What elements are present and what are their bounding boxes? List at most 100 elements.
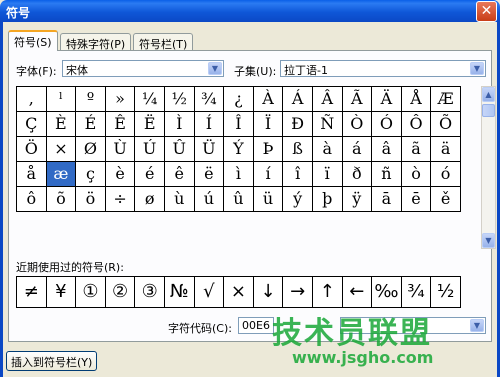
symbol-cell[interactable]: Ø	[76, 137, 106, 162]
recent-symbol-cell[interactable]: ½	[431, 277, 461, 308]
symbol-cell[interactable]: Þ	[253, 137, 284, 162]
symbol-cell[interactable]: ÷	[105, 187, 136, 212]
insert-to-symbol-bar-button[interactable]: 插入到符号栏(Y)	[6, 351, 98, 371]
recent-symbol-cell[interactable]: ③	[135, 277, 165, 308]
symbol-cell[interactable]: ù	[164, 187, 195, 212]
symbol-cell[interactable]: Â	[312, 87, 343, 112]
symbol-cell[interactable]: ú	[194, 187, 225, 212]
symbol-cell[interactable]: Ï	[253, 112, 284, 137]
symbol-cell[interactable]: á	[342, 137, 373, 162]
symbol-cell[interactable]: Ñ	[312, 112, 343, 137]
symbol-cell[interactable]: î	[283, 162, 313, 187]
symbol-cell[interactable]: À	[253, 87, 284, 112]
symbol-cell[interactable]: ā	[372, 187, 402, 212]
symbol-cell[interactable]: ã	[401, 137, 432, 162]
symbol-cell[interactable]: ì	[224, 162, 254, 187]
symbol-cell[interactable]: Î	[224, 112, 254, 137]
symbol-cell[interactable]: ë	[194, 162, 225, 187]
symbol-cell[interactable]: È	[46, 112, 77, 137]
symbol-cell[interactable]: ÿ	[342, 187, 373, 212]
recent-symbol-cell[interactable]: ↑	[312, 277, 343, 308]
symbol-cell[interactable]: Ò	[342, 112, 373, 137]
symbol-cell[interactable]: Ý	[224, 137, 254, 162]
symbol-cell[interactable]: â	[372, 137, 402, 162]
symbol-cell[interactable]: Ì	[164, 112, 195, 137]
symbol-cell[interactable]: å	[17, 162, 47, 187]
tab-special-chars[interactable]: 特殊字符(P)	[60, 33, 132, 51]
symbol-scrollbar[interactable]: ▲ ▼	[481, 86, 496, 249]
symbol-cell[interactable]: Ú	[135, 137, 165, 162]
symbol-cell[interactable]: ä	[431, 137, 461, 162]
symbol-cell[interactable]: Ð	[283, 112, 313, 137]
recent-symbol-cell[interactable]: ¾	[401, 277, 432, 308]
symbol-cell[interactable]: Å	[401, 87, 432, 112]
symbol-cell[interactable]: ¿	[224, 87, 254, 112]
symbol-cell[interactable]: ç	[76, 162, 106, 187]
symbol-cell[interactable]: ß	[283, 137, 313, 162]
symbol-cell[interactable]: Ä	[372, 87, 402, 112]
symbol-cell[interactable]: è	[105, 162, 136, 187]
recent-symbol-cell[interactable]: ‰	[372, 277, 402, 308]
symbol-cell[interactable]: é	[135, 162, 165, 187]
subset-select[interactable]: 拉丁语-1 ▼	[280, 60, 486, 77]
symbol-cell[interactable]: ½	[164, 87, 195, 112]
symbol-cell[interactable]: ě	[431, 187, 461, 212]
symbol-cell[interactable]: Ê	[105, 112, 136, 137]
symbol-cell[interactable]: É	[76, 112, 106, 137]
symbol-cell[interactable]: ¼	[135, 87, 165, 112]
symbol-cell[interactable]: ē	[401, 187, 432, 212]
recent-symbol-cell[interactable]: №	[164, 277, 195, 308]
symbol-cell[interactable]: ô	[17, 187, 47, 212]
symbol-cell[interactable]: ý	[283, 187, 313, 212]
recent-symbol-cell[interactable]: ↓	[253, 277, 284, 308]
symbol-cell[interactable]: Æ	[431, 87, 461, 112]
symbol-cell[interactable]: ó	[431, 162, 461, 187]
symbol-cell[interactable]: ø	[135, 187, 165, 212]
symbol-cell[interactable]: û	[224, 187, 254, 212]
symbol-cell[interactable]: Ô	[401, 112, 432, 137]
symbol-cell-selected[interactable]: æ	[46, 162, 77, 187]
symbol-cell[interactable]: º	[76, 87, 106, 112]
symbol-cell[interactable]: Û	[164, 137, 195, 162]
scroll-thumb[interactable]	[482, 104, 495, 117]
symbol-cell[interactable]: í	[253, 162, 284, 187]
recent-symbol-cell[interactable]: ×	[224, 277, 254, 308]
symbol-cell[interactable]: Á	[283, 87, 313, 112]
symbol-cell[interactable]: ˡ	[46, 87, 77, 112]
symbol-cell[interactable]: Ã	[342, 87, 373, 112]
recent-symbol-cell[interactable]: ②	[105, 277, 136, 308]
symbol-cell[interactable]: ö	[76, 187, 106, 212]
symbol-cell[interactable]: Ü	[194, 137, 225, 162]
scroll-up-icon[interactable]: ▲	[482, 87, 495, 102]
symbol-cell[interactable]: ê	[164, 162, 195, 187]
scroll-down-icon[interactable]: ▼	[482, 233, 495, 248]
symbol-cell[interactable]: Ë	[135, 112, 165, 137]
symbol-cell[interactable]: ñ	[372, 162, 402, 187]
symbol-cell[interactable]: Ù	[105, 137, 136, 162]
symbol-cell[interactable]: Õ	[431, 112, 461, 137]
recent-symbol-cell[interactable]: ①	[76, 277, 106, 308]
chevron-down-icon[interactable]: ▼	[208, 62, 222, 75]
symbol-cell[interactable]: Í	[194, 112, 225, 137]
symbol-cell[interactable]: ×	[46, 137, 77, 162]
char-code-input[interactable]: 00E6	[238, 317, 274, 334]
recent-symbol-cell[interactable]: ←	[342, 277, 373, 308]
tab-symbols[interactable]: 符号(S)	[8, 30, 58, 51]
recent-symbol-cell[interactable]: →	[283, 277, 313, 308]
symbol-cell[interactable]: þ	[312, 187, 343, 212]
symbol-cell[interactable]: ò	[401, 162, 432, 187]
symbol-cell[interactable]: ð	[342, 162, 373, 187]
chevron-down-icon[interactable]: ▼	[470, 62, 484, 75]
symbol-cell[interactable]: õ	[46, 187, 77, 212]
chevron-down-icon[interactable]: ▼	[470, 319, 484, 332]
recent-symbol-cell[interactable]: ¥	[46, 277, 77, 308]
recent-symbol-cell[interactable]: √	[194, 277, 225, 308]
symbol-cell[interactable]: Ö	[17, 137, 47, 162]
symbol-cell[interactable]: Ó	[372, 112, 402, 137]
symbol-cell[interactable]: ,	[17, 87, 47, 112]
symbol-cell[interactable]: ü	[253, 187, 284, 212]
font-select[interactable]: 宋体 ▼	[62, 60, 224, 77]
symbol-cell[interactable]: Ç	[17, 112, 47, 137]
tab-symbol-bar[interactable]: 符号栏(T)	[133, 33, 194, 51]
symbol-cell[interactable]: à	[312, 137, 343, 162]
